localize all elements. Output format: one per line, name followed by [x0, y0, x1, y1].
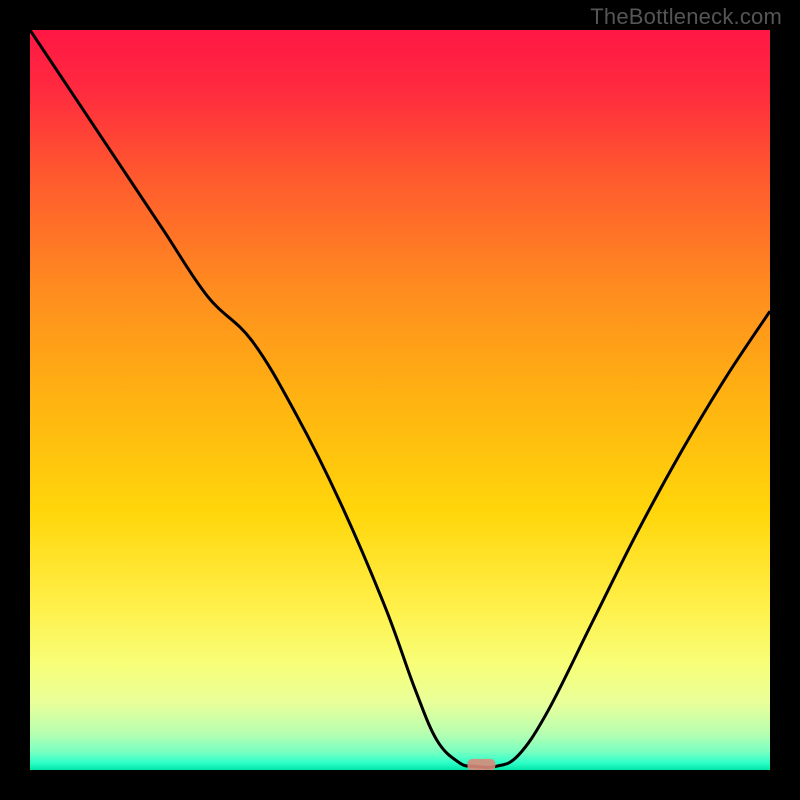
- bottleneck-chart: [30, 30, 770, 770]
- optimal-marker: [467, 759, 495, 770]
- watermark-text: TheBottleneck.com: [590, 4, 782, 30]
- gradient-background: [30, 30, 770, 770]
- plot-area: [30, 30, 770, 770]
- chart-frame: TheBottleneck.com: [0, 0, 800, 800]
